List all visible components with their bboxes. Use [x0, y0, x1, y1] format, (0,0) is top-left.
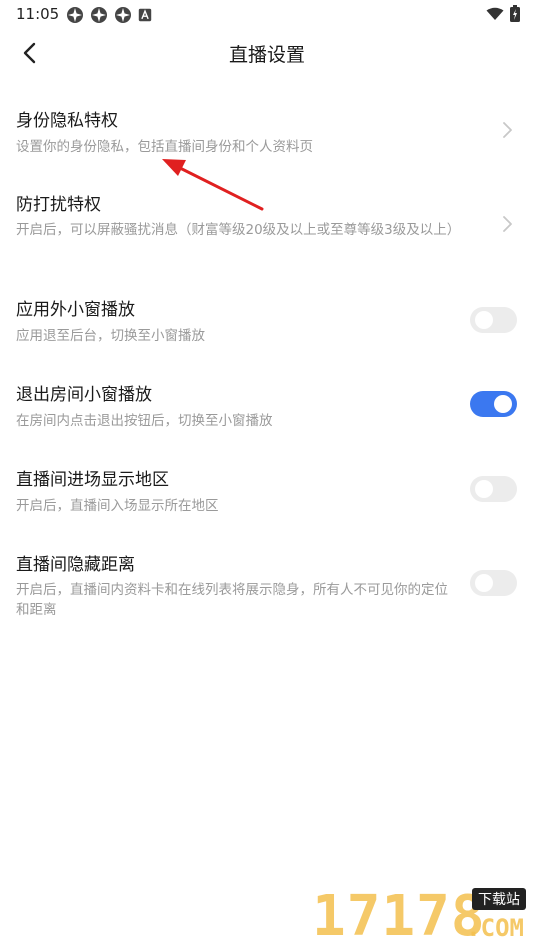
toggle-knob: [475, 480, 493, 498]
page-title: 直播设置: [228, 44, 305, 66]
toggle-switch-exit-room-mini-window[interactable]: [470, 391, 517, 417]
font-a-icon: [138, 8, 152, 22]
setting-title: 退出房间小窗播放: [16, 385, 152, 405]
status-system-icons: [486, 5, 520, 22]
setting-background-mini-window: 应用外小窗播放 应用退至后台，切换至小窗播放: [0, 285, 534, 355]
watermark-suffix: .COM: [466, 914, 524, 942]
nav-bar: 直播设置: [0, 30, 534, 76]
app-notification-icon: [115, 7, 131, 23]
setting-description: 设置你的身份隐私，包括直播间身份和个人资料页: [16, 139, 313, 155]
toggle-knob: [475, 311, 493, 329]
setting-title: 防打扰特权: [16, 195, 101, 215]
setting-description: 开启后，直播间入场显示所在地区: [16, 498, 219, 514]
setting-title: 直播间进场显示地区: [16, 470, 169, 490]
status-notification-icons: [66, 6, 152, 24]
watermark-logo: 17178 下载站 .COM: [304, 880, 534, 950]
toggle-knob: [475, 574, 493, 592]
status-time: 11:05: [16, 5, 60, 23]
setting-title: 直播间隐藏距离: [16, 555, 135, 575]
toggle-switch-show-region[interactable]: [470, 476, 517, 502]
setting-hide-distance: 直播间隐藏距离 开启后，直播间内资料卡和在线列表将展示隐身，所有人不可见你的定位…: [0, 540, 534, 630]
toggle-switch-background-mini-window[interactable]: [470, 307, 517, 333]
app-notification-icon: [67, 7, 83, 23]
setting-show-region-on-entry: 直播间进场显示地区 开启后，直播间入场显示所在地区: [0, 455, 534, 525]
watermark-digits: 17178: [312, 884, 486, 949]
setting-title: 应用外小窗播放: [16, 300, 135, 320]
setting-description: 应用退至后台，切换至小窗播放: [16, 328, 205, 344]
setting-description: 开启后，可以屏蔽骚扰消息（财富等级20级及以上或至尊等级3级及以上）: [16, 222, 461, 238]
setting-anti-disturb[interactable]: 防打扰特权 开启后，可以屏蔽骚扰消息（财富等级20级及以上或至尊等级3级及以上）: [0, 180, 534, 270]
watermark-tag: 下载站: [472, 888, 526, 910]
setting-exit-room-mini-window: 退出房间小窗播放 在房间内点击退出按钮后，切换至小窗播放: [0, 370, 534, 440]
setting-identity-privacy[interactable]: 身份隐私特权 设置你的身份隐私，包括直播间身份和个人资料页: [0, 96, 534, 172]
status-bar: 11:05: [0, 0, 534, 30]
toggle-knob: [494, 395, 512, 413]
app-notification-icon: [91, 7, 107, 23]
setting-description: 开启后，直播间内资料卡和在线列表将展示隐身，所有人不可见你的定位和距离: [16, 582, 448, 618]
setting-description: 在房间内点击退出按钮后，切换至小窗播放: [16, 413, 273, 429]
chevron-right-icon: [503, 122, 512, 138]
setting-title: 身份隐私特权: [16, 111, 118, 131]
battery-charging-icon: [510, 5, 520, 22]
chevron-right-icon: [503, 216, 512, 232]
toggle-switch-hide-distance[interactable]: [470, 570, 517, 596]
wifi-icon: [486, 7, 504, 20]
